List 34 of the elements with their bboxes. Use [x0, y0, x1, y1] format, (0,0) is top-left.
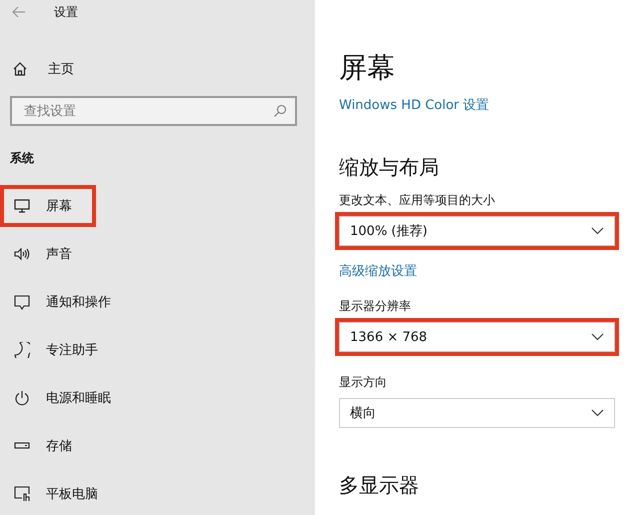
- search-icon: [273, 104, 287, 118]
- nav-item[interactable]: 屏幕: [0, 185, 96, 227]
- section-heading: 缩放与布局: [339, 154, 439, 180]
- home-icon: [12, 61, 28, 77]
- nav-item[interactable]: 专注助手: [0, 329, 112, 371]
- chevron-down-icon: [591, 333, 604, 341]
- dropdown[interactable]: 1366 × 768: [339, 322, 615, 352]
- dropdown[interactable]: 100% (推荐): [339, 216, 615, 246]
- nav-item[interactable]: 声音: [0, 233, 96, 275]
- dropdown[interactable]: 横向: [339, 398, 615, 428]
- search-field[interactable]: 查找设置: [10, 96, 297, 126]
- home-link[interactable]: 主页: [0, 56, 315, 82]
- page-title: 屏幕: [339, 50, 395, 86]
- advanced-scaling-link[interactable]: 高级缩放设置: [339, 262, 417, 280]
- message-icon: [14, 294, 30, 310]
- chevron-down-icon: [591, 409, 604, 417]
- field-label: 更改文本、应用等项目的大小: [339, 192, 495, 208]
- tablet-icon: [14, 486, 30, 502]
- monitor-icon: [14, 199, 30, 213]
- back-icon[interactable]: [12, 6, 26, 18]
- nav-item[interactable]: 平板电脑: [0, 473, 112, 515]
- chevron-down-icon: [591, 227, 604, 235]
- section-heading: 多显示器: [339, 472, 419, 498]
- power-icon: [14, 390, 30, 406]
- speaker-icon: [14, 247, 30, 261]
- hd-color-link[interactable]: Windows HD Color 设置: [339, 96, 490, 114]
- nav-item[interactable]: 电源和睡眠: [0, 377, 125, 419]
- section-label: 系统: [9, 150, 35, 167]
- window-title: 设置: [54, 4, 78, 20]
- field-label: 显示器分辨率: [339, 298, 411, 314]
- storage-icon: [14, 442, 30, 450]
- field-label: 显示方向: [339, 374, 387, 390]
- nav-item[interactable]: 通知和操作: [0, 281, 125, 323]
- nav-item[interactable]: 存储: [0, 425, 96, 467]
